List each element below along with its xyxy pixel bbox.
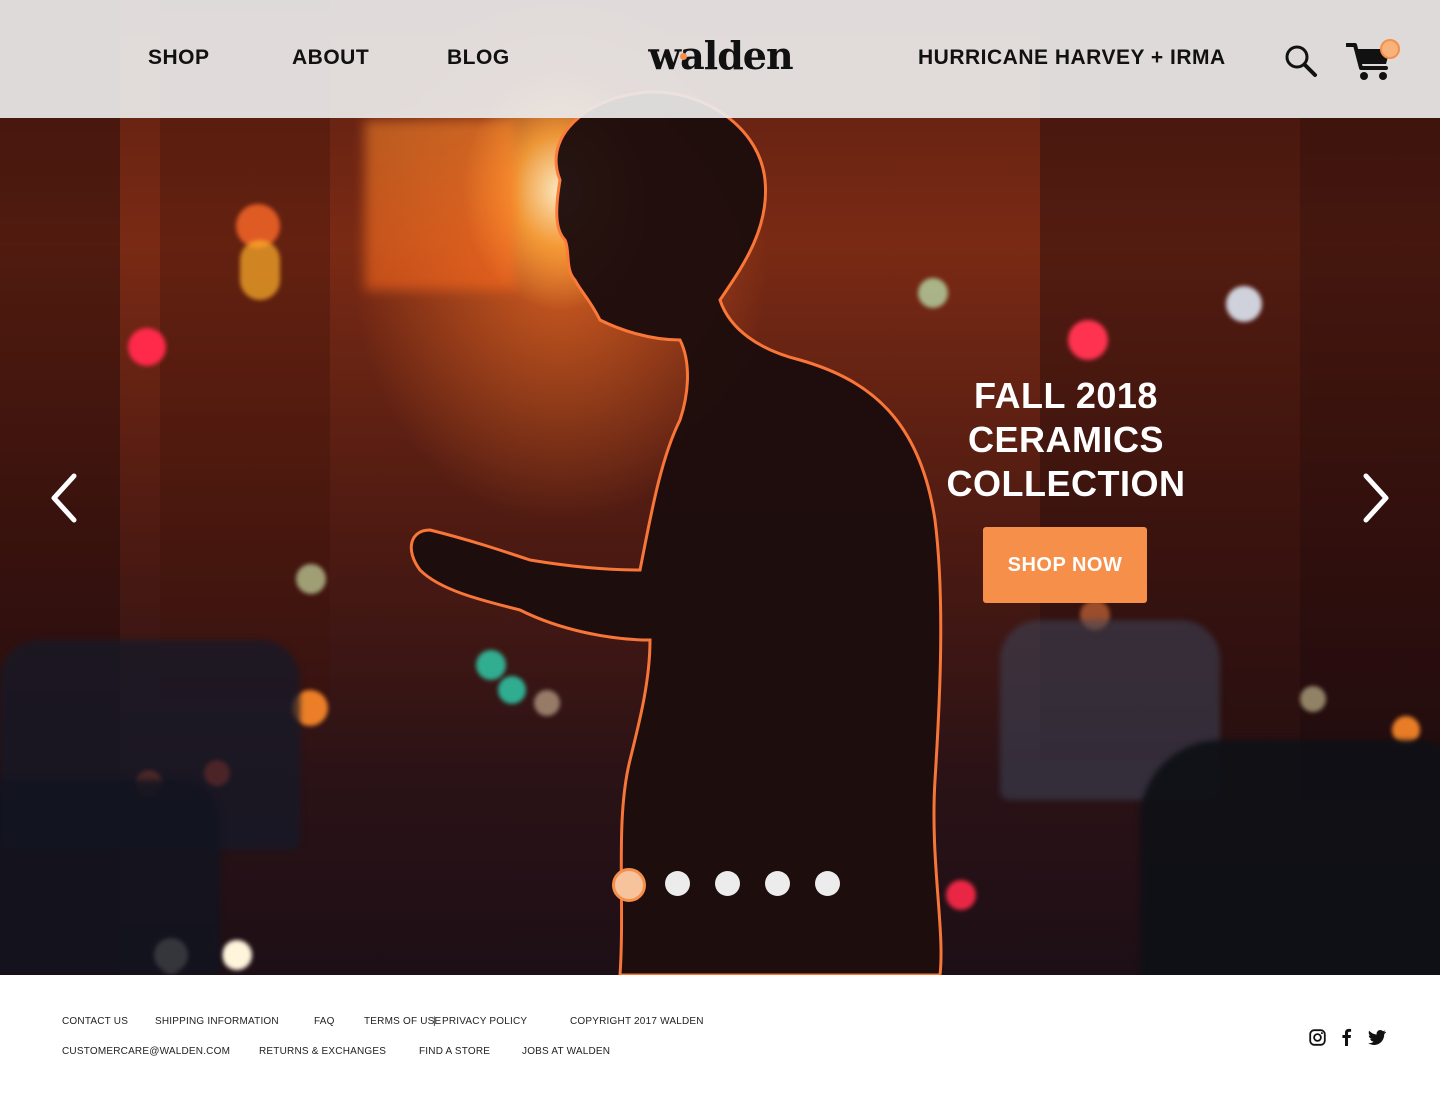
chevron-left-icon[interactable] xyxy=(46,470,86,526)
footer-contact-us[interactable]: CONTACT US xyxy=(62,1016,128,1027)
search-icon[interactable] xyxy=(1284,44,1318,78)
person-silhouette xyxy=(409,90,943,975)
twitter-icon[interactable] xyxy=(1368,1030,1386,1046)
footer-email[interactable]: CUSTOMERCARE@WALDEN.COM xyxy=(62,1046,230,1057)
carousel-dot-4[interactable] xyxy=(765,871,790,896)
facebook-icon[interactable] xyxy=(1340,1028,1352,1046)
nav-hurricane[interactable]: HURRICANE HARVEY + IRMA xyxy=(918,46,1226,70)
shop-now-button[interactable]: SHOP NOW xyxy=(983,527,1147,603)
promo-title-line: FALL 2018 xyxy=(974,375,1158,416)
footer-jobs[interactable]: JOBS AT WALDEN xyxy=(522,1046,610,1057)
carousel-dots xyxy=(0,868,1440,902)
footer-copyright: COPYRIGHT 2017 WALDEN xyxy=(570,1016,704,1027)
nav-blog[interactable]: BLOG xyxy=(447,46,510,70)
chevron-right-icon[interactable] xyxy=(1354,470,1394,526)
cart-badge xyxy=(1380,39,1400,59)
hero-banner xyxy=(0,0,1440,975)
carousel-dot-3[interactable] xyxy=(715,871,740,896)
promo-heading: FALL 2018 CERAMICS COLLECTION xyxy=(935,374,1197,506)
promo-title-line: COLLECTION xyxy=(946,463,1186,504)
nav-shop[interactable]: SHOP xyxy=(148,46,210,70)
instagram-icon[interactable] xyxy=(1309,1029,1326,1046)
footer-find-a-store[interactable]: FIND A STORE xyxy=(419,1046,490,1057)
footer-returns-exchanges[interactable]: RETURNS & EXCHANGES xyxy=(259,1046,386,1057)
logo[interactable]: walden xyxy=(638,36,803,76)
promo-title-line: CERAMICS xyxy=(967,419,1164,460)
carousel-dot-5[interactable] xyxy=(815,871,840,896)
nav-about[interactable]: ABOUT xyxy=(292,46,369,70)
footer-separator: | xyxy=(433,1016,436,1027)
footer-shipping-information[interactable]: SHIPPING INFORMATION xyxy=(155,1016,279,1027)
logo-dot xyxy=(680,53,687,60)
carousel-dot-2[interactable] xyxy=(665,871,690,896)
footer-faq[interactable]: FAQ xyxy=(314,1016,335,1027)
footer-privacy-policy[interactable]: PRIVACY POLICY xyxy=(442,1016,527,1027)
footer-terms-of-use[interactable]: TERMS OF USE xyxy=(364,1016,441,1027)
carousel-dot-1[interactable] xyxy=(612,868,646,902)
site-footer xyxy=(0,975,1440,1101)
logo-text: walden xyxy=(648,33,793,78)
site-header: SHOP ABOUT BLOG walden HURRICANE HARVEY … xyxy=(0,0,1440,118)
